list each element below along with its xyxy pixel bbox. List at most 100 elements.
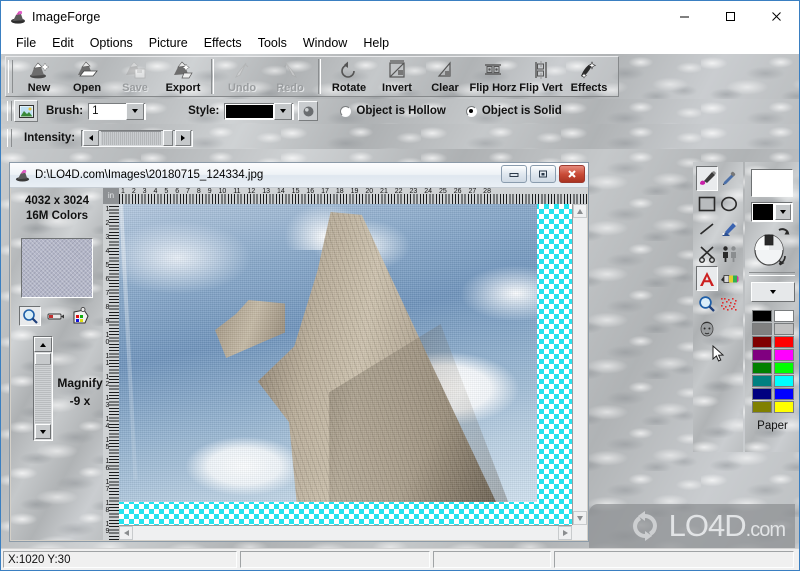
image-thumbnail[interactable]: [21, 238, 93, 298]
intensity-grip[interactable]: [7, 129, 12, 147]
intensity-thumb[interactable]: [163, 130, 174, 146]
swatch-dark-red[interactable]: [752, 336, 772, 348]
menu-options[interactable]: Options: [82, 34, 141, 52]
style-dropdown-arrow-icon[interactable]: [274, 102, 293, 120]
color-panel-divider: [749, 272, 795, 276]
scroll-left-arrow-icon[interactable]: [119, 526, 133, 540]
swatch-purple[interactable]: [752, 349, 772, 361]
magnify-slider[interactable]: [33, 336, 53, 441]
mouse-swap-icon[interactable]: [749, 226, 795, 268]
portrait-filter-icon[interactable]: [696, 316, 718, 341]
swatch-navy[interactable]: [752, 388, 772, 400]
palette-picker-icon[interactable]: [69, 306, 91, 326]
menu-file[interactable]: File: [8, 34, 44, 52]
object-hollow-radio[interactable]: [340, 105, 352, 117]
swatch-silver[interactable]: [774, 323, 794, 335]
ruler-unit-label[interactable]: in: [103, 188, 120, 205]
style-label: Style:: [188, 105, 220, 117]
paint-brush-icon[interactable]: [696, 166, 718, 191]
zoom-magnifier-icon[interactable]: [696, 291, 718, 316]
swatch-green[interactable]: [774, 362, 794, 374]
swatch-blue[interactable]: [774, 388, 794, 400]
background-color-swatch[interactable]: [753, 204, 773, 220]
style-color-combo[interactable]: [224, 102, 295, 120]
toolbar-undo-button[interactable]: Undo: [218, 58, 266, 96]
menu-window[interactable]: Window: [295, 34, 355, 52]
background-color-combo[interactable]: [751, 202, 793, 222]
cursor-arrow-icon[interactable]: [707, 341, 729, 366]
toolbar-export-button[interactable]: Export: [159, 58, 207, 96]
brush-size-combo[interactable]: 1: [88, 102, 147, 120]
intensity-track[interactable]: [101, 131, 162, 145]
document-close-button[interactable]: [559, 165, 585, 183]
magnify-tool-icon[interactable]: [19, 306, 41, 326]
swatch-red[interactable]: [774, 336, 794, 348]
picture-preview-icon[interactable]: [14, 100, 38, 122]
scroll-right-arrow-icon[interactable]: [558, 526, 572, 540]
toolbar-flip-horz-button[interactable]: Flip Horz: [469, 58, 517, 96]
toolbar-rotate-button[interactable]: Rotate: [325, 58, 373, 96]
swatch-cyan[interactable]: [774, 375, 794, 387]
options-grip[interactable]: [7, 101, 12, 121]
toolbar-grip[interactable]: [8, 60, 13, 93]
swatch-white[interactable]: [774, 310, 794, 322]
vertical-scrollbar[interactable]: [572, 204, 587, 525]
toolbar-new-button[interactable]: New: [15, 58, 63, 96]
text-tool-icon[interactable]: [696, 266, 718, 291]
vertical-ruler[interactable]: 1 2 3 4 5 6 7 8 9 10 11 12 13 14 15 16 1…: [103, 204, 120, 540]
spray-can-icon[interactable]: [718, 216, 740, 241]
swatch-gray[interactable]: [752, 323, 772, 335]
magnify-down-arrow-icon[interactable]: [35, 424, 51, 439]
ellipse-icon[interactable]: [718, 191, 740, 216]
object-solid-radio[interactable]: [465, 105, 477, 117]
foreground-color-swatch[interactable]: [751, 169, 793, 197]
swatch-yellow[interactable]: [774, 401, 794, 413]
menu-edit[interactable]: Edit: [44, 34, 82, 52]
swatch-dark-green[interactable]: [752, 362, 772, 374]
rectangle-icon[interactable]: [696, 191, 718, 216]
clone-people-icon[interactable]: [718, 241, 740, 266]
toolbar-save-button[interactable]: Save: [111, 58, 159, 96]
menu-picture[interactable]: Picture: [141, 34, 196, 52]
toolbar-clear-button[interactable]: Clear: [421, 58, 469, 96]
scroll-down-arrow-icon[interactable]: [573, 511, 587, 525]
line-icon[interactable]: [696, 216, 718, 241]
menu-effects[interactable]: Effects: [196, 34, 250, 52]
magnify-up-arrow-icon[interactable]: [34, 337, 52, 352]
menu-tools[interactable]: Tools: [250, 34, 295, 52]
pattern-dots-icon[interactable]: [718, 291, 740, 316]
toolbar-effects-button[interactable]: Effects: [565, 58, 613, 96]
swatch-black[interactable]: [752, 310, 772, 322]
horizontal-ruler[interactable]: 1 2 3 4 5 6 7 8 9 10 11 12 13 14 15 16 1…: [119, 188, 587, 205]
eyedropper-icon[interactable]: [718, 166, 740, 191]
toolbar-open-button[interactable]: Open: [63, 58, 111, 96]
document-minimize-button[interactable]: [501, 165, 527, 183]
scissors-icon[interactable]: [696, 241, 718, 266]
menu-help[interactable]: Help: [355, 34, 397, 52]
document-title-bar[interactable]: D:\LO4D.com\Images\20180715_124334.jpg: [10, 163, 588, 188]
magnify-slider-track[interactable]: [35, 364, 51, 426]
toolbar-invert-button[interactable]: Invert: [373, 58, 421, 96]
swatch-magenta[interactable]: [774, 349, 794, 361]
document-image[interactable]: [119, 204, 537, 502]
intensity-slider[interactable]: [81, 129, 194, 147]
brush-dropdown-arrow-icon[interactable]: [126, 102, 145, 120]
pattern-dropdown[interactable]: [751, 282, 795, 302]
image-canvas[interactable]: [119, 204, 572, 525]
swatch-teal[interactable]: [752, 375, 772, 387]
swatch-olive[interactable]: [752, 401, 772, 413]
toolbar-redo-button[interactable]: Redo: [266, 58, 314, 96]
minimize-button[interactable]: [661, 1, 707, 32]
scroll-up-arrow-icon[interactable]: [573, 204, 587, 218]
pan-hand-icon[interactable]: [44, 306, 66, 326]
eraser-icon[interactable]: [718, 266, 740, 291]
document-maximize-button[interactable]: [530, 165, 556, 183]
close-button[interactable]: [753, 1, 799, 32]
maximize-button[interactable]: [707, 1, 753, 32]
background-dropdown-arrow-icon[interactable]: [775, 204, 791, 220]
horizontal-scrollbar[interactable]: [119, 525, 572, 540]
toolbar-flip-vert-button[interactable]: Flip Vert: [517, 58, 565, 96]
intensity-right-arrow-icon[interactable]: [175, 130, 192, 146]
intensity-left-arrow-icon[interactable]: [83, 130, 100, 146]
sphere-shade-icon[interactable]: [298, 101, 319, 121]
